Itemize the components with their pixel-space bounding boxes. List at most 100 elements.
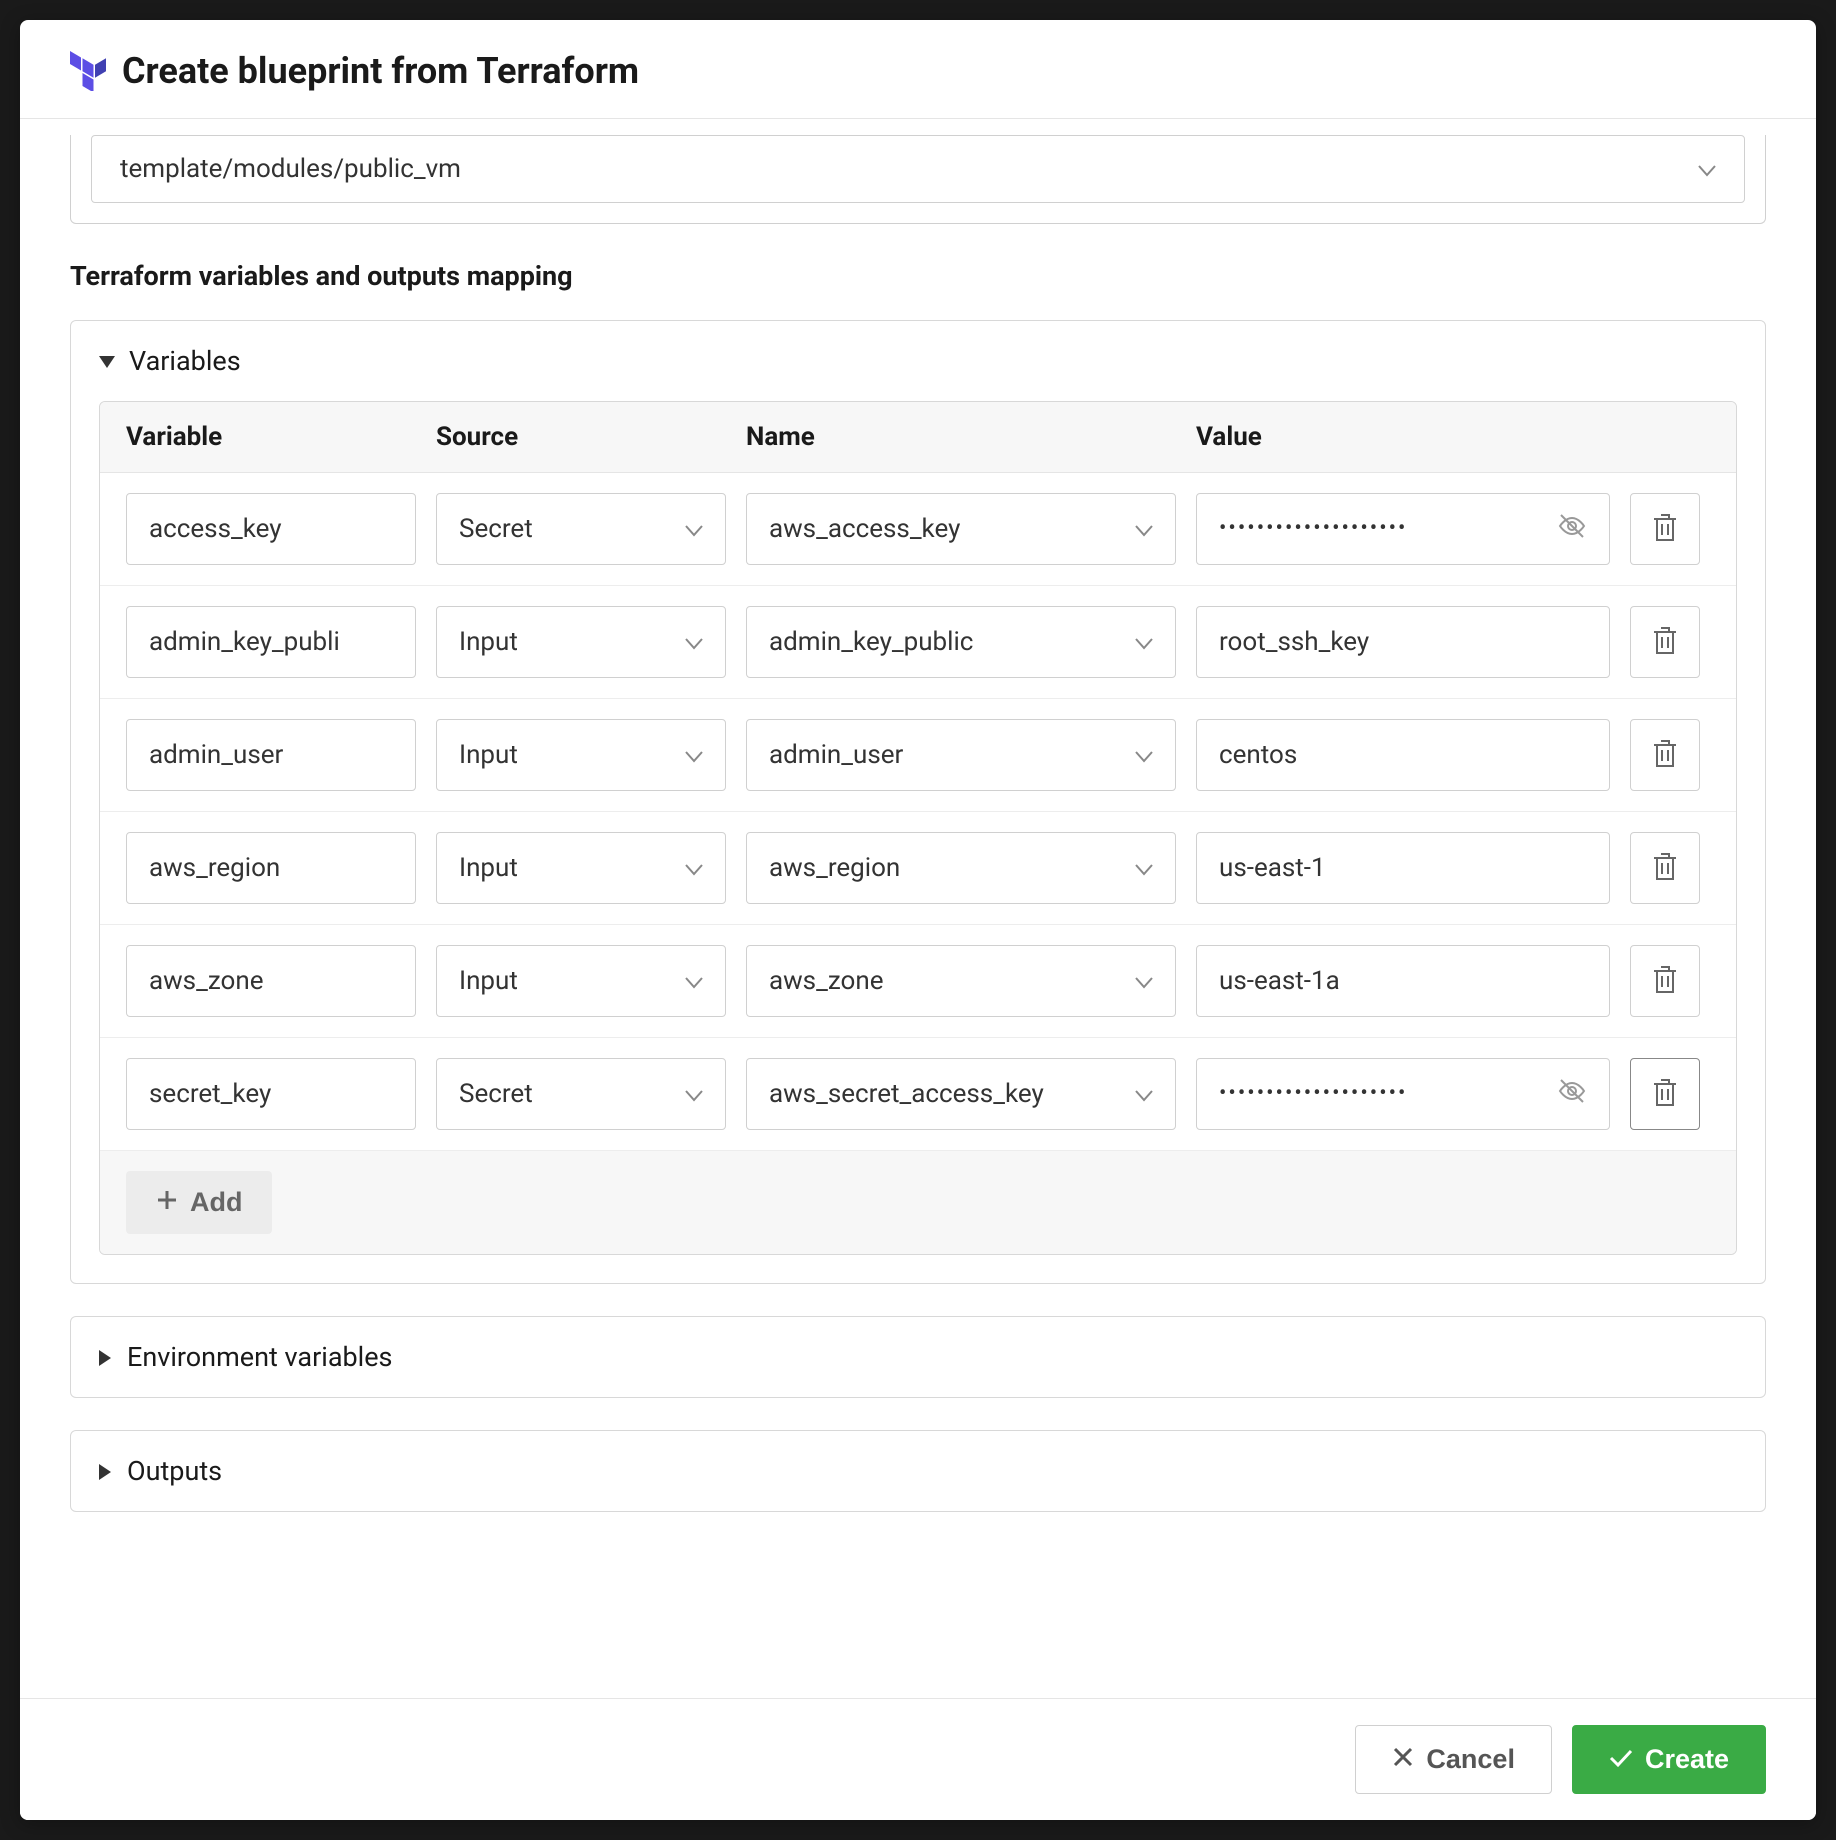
value-input[interactable]: us-east-1 <box>1196 832 1610 904</box>
trash-icon <box>1652 965 1678 998</box>
modal-dialog: Create blueprint from Terraform template… <box>20 20 1816 1820</box>
modal-title: Create blueprint from Terraform <box>122 50 639 92</box>
chevron-down-icon <box>685 1079 703 1109</box>
source-value: Input <box>459 966 518 996</box>
env-vars-panel-header[interactable]: Environment variables <box>71 1317 1765 1397</box>
variables-label: Variables <box>129 345 241 377</box>
col-variable: Variable <box>126 422 416 452</box>
value-text: centos <box>1219 740 1587 770</box>
source-select[interactable]: Input <box>436 945 726 1017</box>
chevron-down-icon <box>1135 853 1153 883</box>
chevron-down-icon <box>685 740 703 770</box>
col-source: Source <box>436 422 726 452</box>
close-icon <box>1392 1744 1414 1775</box>
add-button[interactable]: Add <box>126 1171 272 1234</box>
name-select[interactable]: aws_access_key <box>746 493 1176 565</box>
variable-input[interactable]: admin_key_publi <box>126 606 416 678</box>
source-value: Input <box>459 740 518 770</box>
value-text: •••••••••••••••••••• <box>1219 518 1545 540</box>
trash-icon <box>1652 626 1678 659</box>
name-select[interactable]: aws_zone <box>746 945 1176 1017</box>
value-input[interactable]: •••••••••••••••••••• <box>1196 1058 1610 1130</box>
value-text: us-east-1 <box>1219 853 1587 883</box>
outputs-label: Outputs <box>127 1455 222 1487</box>
chevron-down-icon <box>1698 154 1716 184</box>
variable-input[interactable]: aws_region <box>126 832 416 904</box>
value-input[interactable]: •••••••••••••••••••• <box>1196 493 1610 565</box>
chevron-down-icon <box>685 627 703 657</box>
caret-down-icon <box>99 345 115 377</box>
col-value: Value <box>1196 422 1610 452</box>
variables-table: Variable Source Name Value access_key Se… <box>99 401 1737 1255</box>
trash-icon <box>1652 852 1678 885</box>
delete-button[interactable] <box>1630 945 1700 1017</box>
chevron-down-icon <box>1135 740 1153 770</box>
delete-button[interactable] <box>1630 493 1700 565</box>
variable-input[interactable]: secret_key <box>126 1058 416 1130</box>
table-row: admin_user Input admin_user centos <box>100 699 1736 812</box>
modal-footer: Cancel Create <box>20 1698 1816 1820</box>
modal-body: template/modules/public_vm Terraform var… <box>20 119 1816 1698</box>
source-select[interactable]: Input <box>436 719 726 791</box>
outputs-panel-header[interactable]: Outputs <box>71 1431 1765 1511</box>
table-header: Variable Source Name Value <box>100 402 1736 473</box>
delete-button[interactable] <box>1630 832 1700 904</box>
variables-panel: Variables Variable Source Name Value acc… <box>70 320 1766 1284</box>
source-select[interactable]: Input <box>436 606 726 678</box>
name-value: aws_access_key <box>769 514 960 544</box>
add-row: Add <box>100 1151 1736 1254</box>
module-panel: template/modules/public_vm <box>70 135 1766 224</box>
delete-button[interactable] <box>1630 719 1700 791</box>
source-value: Input <box>459 627 518 657</box>
table-row: aws_zone Input aws_zone us-east-1a <box>100 925 1736 1038</box>
col-name: Name <box>746 422 1176 452</box>
delete-button[interactable] <box>1630 1058 1700 1130</box>
chevron-down-icon <box>1135 514 1153 544</box>
variable-input[interactable]: access_key <box>126 493 416 565</box>
name-select[interactable]: admin_key_public <box>746 606 1176 678</box>
cancel-button[interactable]: Cancel <box>1355 1725 1552 1794</box>
value-input[interactable]: us-east-1a <box>1196 945 1610 1017</box>
env-vars-label: Environment variables <box>127 1341 392 1373</box>
module-path-value: template/modules/public_vm <box>120 154 461 184</box>
value-text: •••••••••••••••••••• <box>1219 1083 1545 1105</box>
chevron-down-icon <box>1135 966 1153 996</box>
name-value: admin_key_public <box>769 627 973 657</box>
value-text: root_ssh_key <box>1219 627 1587 657</box>
cancel-label: Cancel <box>1426 1744 1515 1775</box>
check-icon <box>1609 1744 1633 1775</box>
table-row: admin_key_publi Input admin_key_public r… <box>100 586 1736 699</box>
module-select[interactable]: template/modules/public_vm <box>91 135 1745 203</box>
trash-icon <box>1652 513 1678 546</box>
eye-off-icon[interactable] <box>1557 1078 1587 1111</box>
source-select[interactable]: Secret <box>436 1058 726 1130</box>
chevron-down-icon <box>685 514 703 544</box>
name-select[interactable]: aws_secret_access_key <box>746 1058 1176 1130</box>
variable-input[interactable]: admin_user <box>126 719 416 791</box>
chevron-down-icon <box>1135 1079 1153 1109</box>
trash-icon <box>1652 1078 1678 1111</box>
eye-off-icon[interactable] <box>1557 513 1587 546</box>
modal-header: Create blueprint from Terraform <box>20 20 1816 119</box>
chevron-down-icon <box>685 966 703 996</box>
delete-button[interactable] <box>1630 606 1700 678</box>
variables-panel-header[interactable]: Variables <box>71 321 1765 401</box>
env-vars-panel: Environment variables <box>70 1316 1766 1398</box>
value-input[interactable]: root_ssh_key <box>1196 606 1610 678</box>
source-select[interactable]: Secret <box>436 493 726 565</box>
outputs-panel: Outputs <box>70 1430 1766 1512</box>
create-label: Create <box>1645 1744 1729 1775</box>
caret-right-icon <box>99 1341 113 1373</box>
name-select[interactable]: aws_region <box>746 832 1176 904</box>
variable-input[interactable]: aws_zone <box>126 945 416 1017</box>
table-row: access_key Secret aws_access_key •••••••… <box>100 473 1736 586</box>
plus-icon <box>156 1187 178 1218</box>
name-value: aws_zone <box>769 966 884 996</box>
name-select[interactable]: admin_user <box>746 719 1176 791</box>
terraform-icon <box>70 53 106 89</box>
create-button[interactable]: Create <box>1572 1725 1766 1794</box>
source-select[interactable]: Input <box>436 832 726 904</box>
table-row: aws_region Input aws_region us-east-1 <box>100 812 1736 925</box>
value-text: us-east-1a <box>1219 966 1587 996</box>
value-input[interactable]: centos <box>1196 719 1610 791</box>
